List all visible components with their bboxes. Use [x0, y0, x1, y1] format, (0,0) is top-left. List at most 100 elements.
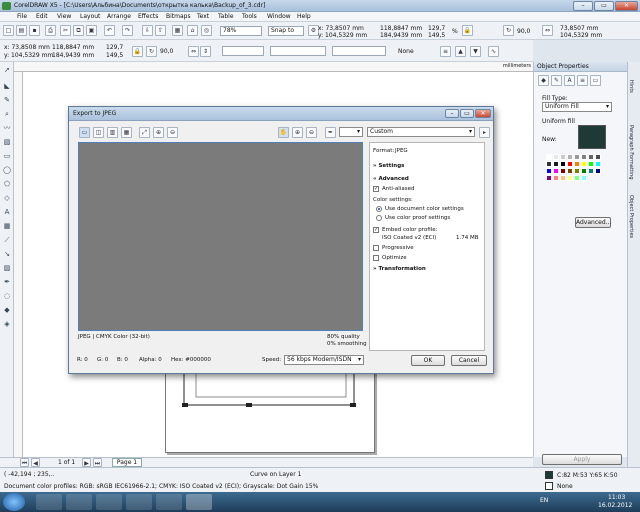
preview-zoom-in-icon[interactable]: ⊕ — [292, 127, 303, 138]
text-tool-icon[interactable]: A — [2, 208, 12, 217]
redo-icon[interactable]: ↷ — [122, 25, 133, 36]
menu-tools[interactable]: Tools — [242, 13, 257, 20]
palette-swatch[interactable] — [595, 168, 601, 174]
palette-swatch[interactable] — [546, 161, 552, 167]
style-dropdown[interactable] — [222, 46, 264, 56]
quad-view-icon[interactable]: ▦ — [121, 127, 132, 138]
explorer-taskbar-icon[interactable] — [36, 494, 62, 510]
jpeg-preview-area[interactable] — [78, 142, 363, 331]
ellipse-tool-icon[interactable]: ◯ — [2, 166, 12, 175]
palette-swatch[interactable] — [560, 175, 566, 181]
fill-type-dropdown[interactable]: Uniform Fill — [542, 102, 612, 112]
transformation-section-toggle[interactable]: » Transformation — [373, 266, 426, 272]
outline-tab-icon[interactable]: ✎ — [551, 75, 562, 86]
blend-tool-icon[interactable]: ▨ — [2, 264, 12, 273]
fill-tool-icon[interactable]: ◆ — [2, 306, 12, 315]
dialog-minimize-button[interactable]: – — [445, 109, 459, 118]
settings-section-toggle[interactable]: » Settings — [373, 163, 404, 169]
lock-ratio2-icon[interactable]: 🔒 — [132, 46, 143, 57]
single-view-icon[interactable]: ▭ — [79, 127, 90, 138]
polygon-tool-icon[interactable]: ⬠ — [2, 180, 12, 189]
palette-swatch[interactable] — [553, 154, 559, 160]
optimize-checkbox[interactable] — [373, 255, 379, 261]
char-tab-icon[interactable]: A — [564, 75, 575, 86]
menu-window[interactable]: Window — [267, 13, 291, 20]
mirror-h-icon[interactable]: ⇔ — [542, 25, 553, 36]
palette-swatch[interactable] — [567, 175, 573, 181]
palette-swatch[interactable] — [567, 168, 573, 174]
scale-x-field[interactable]: 129,7 — [428, 25, 445, 32]
scale-x2-field[interactable]: 129,7 — [106, 44, 123, 51]
preset-menu-icon[interactable]: ▸ — [479, 127, 490, 138]
anti-aliased-checkbox[interactable]: ✓ — [373, 186, 379, 192]
import-icon[interactable]: ⇩ — [142, 25, 153, 36]
ok-button[interactable]: OK — [411, 355, 445, 366]
use-proof-settings-radio[interactable] — [376, 215, 382, 221]
h2-field[interactable]: 184,9439 mm — [380, 32, 422, 39]
rectangle-tool-icon[interactable]: ▭ — [2, 152, 12, 161]
palette-swatch[interactable] — [595, 154, 601, 160]
dimension-tool-icon[interactable]: ⟋ — [2, 236, 12, 245]
minimize-button[interactable]: – — [573, 1, 593, 11]
convert-curves-icon[interactable]: ∿ — [488, 46, 499, 57]
menu-table[interactable]: Table — [218, 13, 234, 20]
split-view-icon[interactable]: ◫ — [93, 127, 104, 138]
palette-swatch[interactable] — [560, 154, 566, 160]
preview-zoom-out-icon[interactable]: ⊖ — [306, 127, 317, 138]
cut-icon[interactable]: ✂ — [60, 25, 71, 36]
start-button[interactable] — [3, 493, 25, 511]
language-indicator[interactable]: EN — [540, 497, 548, 504]
zoom-out-dialog-icon[interactable]: ⊖ — [167, 127, 178, 138]
height-field[interactable]: 184,9439 mm — [52, 52, 94, 59]
zoom-in-dialog-icon[interactable]: ⊕ — [153, 127, 164, 138]
clock-date[interactable]: 16.02.2012 — [598, 502, 632, 509]
maximize-button[interactable]: ▭ — [594, 1, 614, 11]
paste-icon[interactable]: ▣ — [86, 25, 97, 36]
x2-field[interactable]: x: 73,8507 mm — [318, 25, 364, 32]
palette-swatch[interactable] — [546, 168, 552, 174]
apply-button[interactable]: Apply — [542, 454, 622, 465]
progressive-checkbox[interactable] — [373, 245, 379, 251]
new-icon[interactable]: □ — [3, 25, 14, 36]
x-position-field[interactable]: x: 73,8508 mm — [4, 44, 50, 51]
eyedropper-tool-icon[interactable]: ✒ — [2, 278, 12, 287]
para-tab-icon[interactable]: ≡ — [577, 75, 588, 86]
close-button[interactable]: ✕ — [615, 1, 638, 11]
snap-to-dropdown[interactable]: Snap to — [268, 26, 304, 36]
line-style-dropdown[interactable] — [332, 46, 386, 56]
color-swatch-dropdown[interactable] — [339, 127, 363, 137]
corel-connect-icon[interactable]: ◎ — [201, 25, 212, 36]
menu-arrange[interactable]: Arrange — [107, 13, 131, 20]
rotation-field[interactable]: 90,0 — [517, 28, 530, 35]
smart-fill-icon[interactable]: ▧ — [2, 138, 12, 147]
zoom-tool-icon[interactable]: ⌕ — [2, 110, 12, 119]
dual-view-icon[interactable]: ▥ — [107, 127, 118, 138]
palette-swatch[interactable] — [588, 154, 594, 160]
shape-tool-icon[interactable]: ◣ — [2, 82, 12, 91]
tab-hints[interactable]: Hints — [628, 80, 634, 93]
print-icon[interactable]: ⎙ — [45, 25, 56, 36]
tab-paragraph-formatting[interactable]: Paragraph Formatting — [628, 125, 634, 180]
palette-swatch[interactable] — [574, 175, 580, 181]
fit-icon[interactable]: ⤢ — [139, 127, 150, 138]
to-front-icon[interactable]: ▲ — [455, 46, 466, 57]
menu-layout[interactable]: Layout — [80, 13, 100, 20]
dialog-maximize-button[interactable]: ▭ — [460, 109, 474, 118]
menu-edit[interactable]: Edit — [36, 13, 48, 20]
eyedropper-icon[interactable]: ✒ — [325, 127, 336, 138]
palette-swatch[interactable] — [581, 161, 587, 167]
y-position-field[interactable]: y: 104,5329 mm — [4, 52, 53, 59]
connector-tool-icon[interactable]: ↘ — [2, 250, 12, 259]
frame-tab-icon[interactable]: ▭ — [590, 75, 601, 86]
palette-swatch[interactable] — [553, 161, 559, 167]
palette-swatch[interactable] — [560, 161, 566, 167]
vertical-ruler[interactable] — [14, 72, 23, 457]
palette-swatch[interactable] — [574, 154, 580, 160]
advanced-section-toggle[interactable]: « Advanced — [373, 176, 409, 182]
palette-swatch[interactable] — [546, 175, 552, 181]
use-doc-settings-radio[interactable] — [376, 206, 382, 212]
mirror-icon[interactable]: ⇔ — [188, 46, 199, 57]
cancel-button[interactable]: Cancel — [451, 355, 487, 366]
menu-file[interactable]: File — [17, 13, 27, 20]
palette-swatch[interactable] — [567, 161, 573, 167]
